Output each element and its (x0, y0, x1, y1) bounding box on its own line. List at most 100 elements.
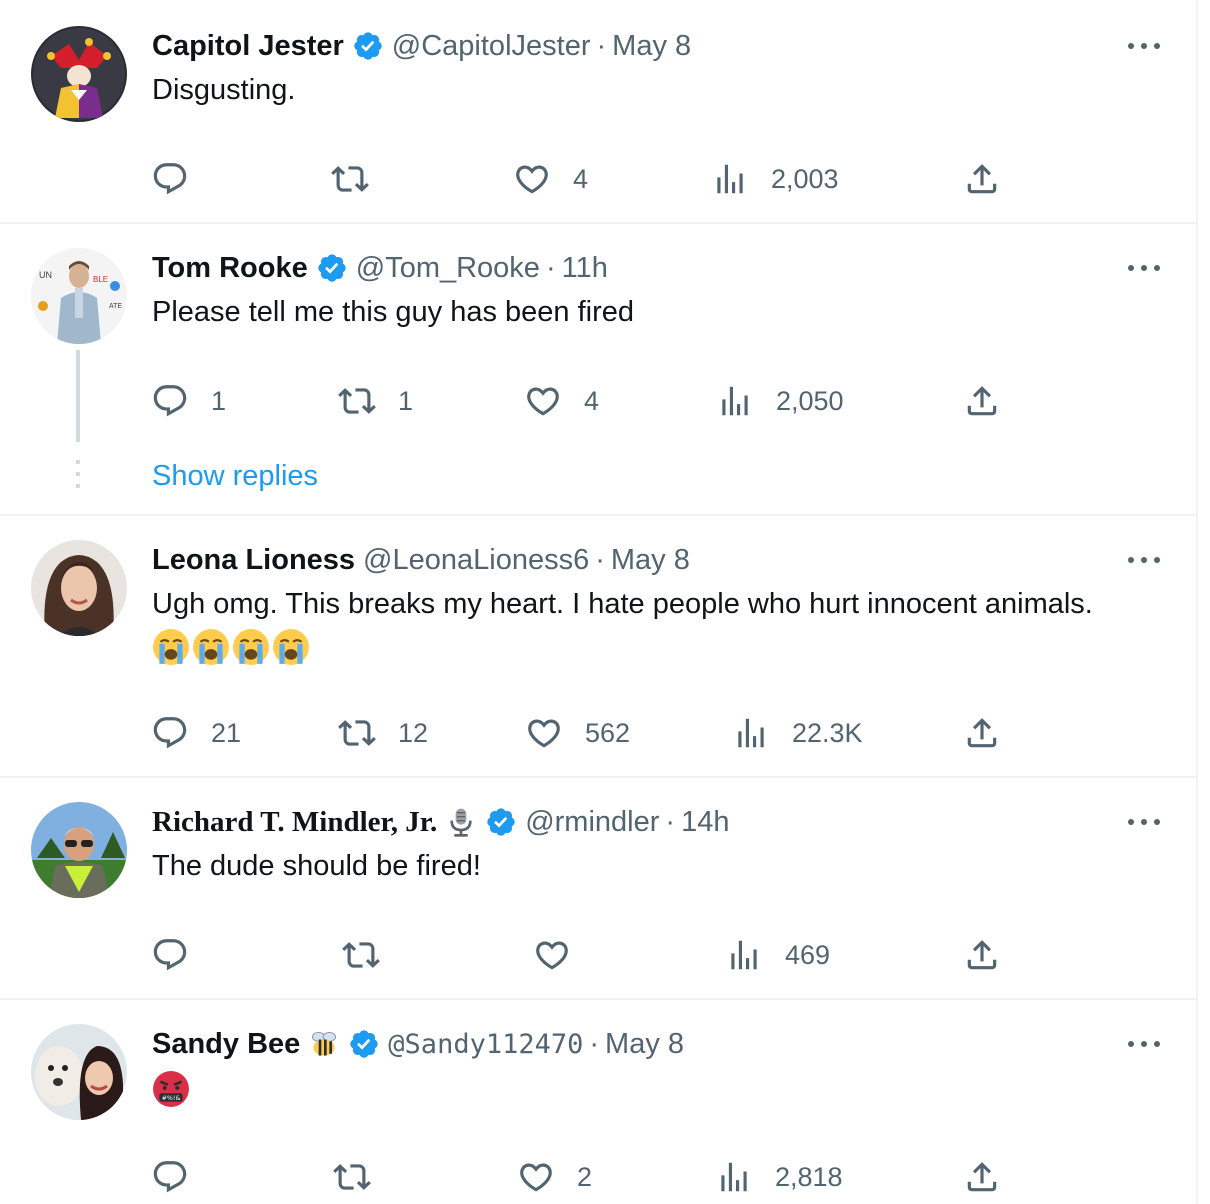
woman-with-dog-avatar[interactable] (31, 1024, 127, 1120)
author-name[interactable]: Sandy Bee (152, 1028, 300, 1061)
author-name[interactable]: Capitol Jester (152, 30, 344, 63)
author-handle[interactable]: @rmindler (525, 806, 659, 839)
reply-icon (153, 385, 187, 417)
like-button[interactable]: 562 (525, 714, 630, 752)
man-at-event-avatar[interactable]: UN BLE ATE (31, 248, 127, 344)
views-chart-icon (722, 386, 748, 416)
retweet-button[interactable] (331, 160, 369, 198)
reply-icon (153, 717, 187, 749)
loudly-crying-face-icon (273, 629, 309, 665)
share-icon (967, 386, 997, 416)
reply-button[interactable] (151, 936, 189, 974)
view-count: 2,003 (771, 163, 839, 194)
retweet-button[interactable] (342, 936, 380, 974)
tweet-header: Sandy Bee @Sandy112470 · May 8 (152, 1026, 684, 1062)
emoji-row (152, 628, 310, 666)
views-button[interactable]: 2,050 (716, 382, 844, 420)
reply-count: 21 (211, 717, 242, 748)
share-button[interactable] (963, 714, 1001, 752)
reply-button[interactable] (151, 1158, 189, 1196)
reply-count: 1 (211, 385, 227, 416)
timestamp[interactable]: 14h (681, 806, 729, 839)
thread-line (76, 350, 80, 442)
verified-badge-icon (316, 252, 348, 284)
share-button[interactable] (963, 1158, 1001, 1196)
heart-icon (520, 1163, 552, 1192)
reply-button[interactable]: 21 (151, 714, 241, 752)
retweet-icon (331, 166, 369, 192)
timestamp[interactable]: May 8 (605, 1028, 684, 1061)
author-handle[interactable]: @CapitolJester (392, 30, 591, 63)
reply-icon (153, 1161, 187, 1193)
view-count: 2,050 (776, 385, 844, 416)
tweet-text: Please tell me this guy has been fired (152, 296, 634, 328)
author-name[interactable]: Richard T. Mindler, Jr. (152, 806, 437, 839)
loudly-crying-face-icon (233, 629, 269, 665)
heart-icon (527, 387, 559, 416)
verified-badge-icon (352, 30, 384, 62)
jester-avatar[interactable] (31, 26, 127, 122)
svg-text:BLE: BLE (93, 275, 108, 284)
more-options-icon[interactable] (1128, 812, 1160, 832)
retweet-button[interactable]: 12 (338, 714, 428, 752)
share-icon (967, 940, 997, 970)
author-name[interactable]: Tom Rooke (152, 252, 308, 285)
separator-dot: · (545, 251, 556, 284)
tweet-header: Tom Rooke @Tom_Rooke · 11h (152, 250, 608, 286)
tweet-sandy-bee[interactable]: Sandy Bee @Sandy112470 · May 8 #%!& 2 2,… (0, 998, 1196, 1204)
separator-dot: · (665, 805, 676, 838)
views-button[interactable]: 2,003 (711, 160, 839, 198)
retweet-button[interactable]: 1 (338, 382, 413, 420)
separator-dot: · (589, 1027, 600, 1060)
like-button[interactable]: 4 (513, 160, 588, 198)
tweet-header: Capitol Jester @CapitolJester · May 8 (152, 28, 691, 64)
retweet-icon (333, 1164, 371, 1190)
retweet-icon (338, 720, 376, 746)
like-button[interactable] (533, 936, 571, 974)
emoji-row: #%!& (152, 1070, 190, 1108)
share-button[interactable] (963, 936, 1001, 974)
more-options-icon[interactable] (1128, 1034, 1160, 1054)
loudly-crying-face-icon (193, 629, 229, 665)
author-handle[interactable]: @Sandy112470 (388, 1029, 583, 1060)
views-button[interactable]: 469 (725, 936, 830, 974)
tweet-header: Richard T. Mindler, Jr. @rmindler · 14h (152, 804, 729, 840)
views-button[interactable]: 2,818 (715, 1158, 843, 1196)
tweet-tom-rooke[interactable]: UN BLE ATE Tom Rooke @Tom_Rooke · 11h Pl… (0, 222, 1196, 516)
timestamp[interactable]: May 8 (611, 544, 690, 577)
retweet-icon (338, 388, 376, 414)
views-button[interactable]: 22.3K (732, 714, 863, 752)
share-icon (967, 718, 997, 748)
tweet-text: Disgusting. (152, 74, 296, 106)
tweet-leona-lioness[interactable]: Leona Lioness @LeonaLioness6 · May 8 Ugh… (0, 514, 1196, 778)
tweet-richard-mindler[interactable]: Richard T. Mindler, Jr. @rmindler · 14h … (0, 776, 1196, 1000)
reply-button[interactable] (151, 160, 189, 198)
share-button[interactable] (963, 160, 1001, 198)
like-count: 562 (585, 717, 631, 748)
retweet-count: 12 (398, 717, 429, 748)
views-chart-icon (721, 1162, 747, 1192)
like-button[interactable]: 4 (524, 382, 599, 420)
like-count: 2 (577, 1161, 593, 1192)
like-button[interactable]: 2 (517, 1158, 592, 1196)
more-options-icon[interactable] (1128, 258, 1160, 278)
microphone-icon (445, 806, 477, 838)
more-options-icon[interactable] (1128, 550, 1160, 570)
retweet-button[interactable] (333, 1158, 371, 1196)
views-chart-icon (738, 718, 764, 748)
author-handle[interactable]: @LeonaLioness6 (363, 544, 589, 577)
timestamp[interactable]: May 8 (612, 30, 691, 63)
tweet-text: The dude should be fired! (152, 850, 481, 882)
woman-portrait-avatar[interactable] (31, 540, 127, 636)
tweet-capitol-jester[interactable]: Capitol Jester @CapitolJester · May 8 Di… (0, 0, 1196, 224)
more-options-icon[interactable] (1128, 36, 1160, 56)
author-handle[interactable]: @Tom_Rooke (356, 252, 540, 285)
timestamp[interactable]: 11h (562, 252, 608, 285)
man-sunglasses-avatar[interactable] (31, 802, 127, 898)
share-button[interactable] (963, 382, 1001, 420)
reply-button[interactable]: 1 (151, 382, 226, 420)
author-name[interactable]: Leona Lioness (152, 544, 355, 577)
show-replies-link[interactable]: Show replies (152, 460, 318, 493)
thread-dots (76, 460, 80, 496)
reply-icon (153, 163, 187, 195)
